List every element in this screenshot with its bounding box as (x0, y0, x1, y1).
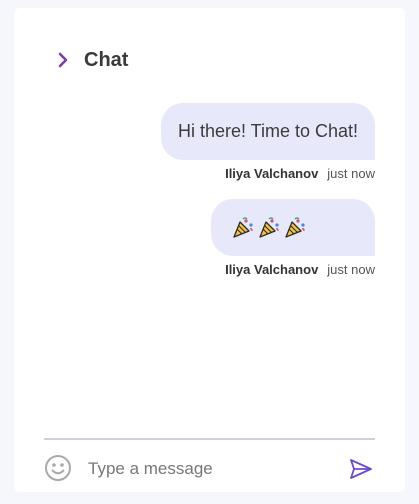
message-input[interactable] (86, 455, 330, 483)
smiley-icon[interactable] (44, 454, 72, 482)
message-composer (44, 438, 375, 486)
party-popper-icon (257, 216, 281, 240)
party-popper-icon (283, 216, 307, 240)
message-bubble (211, 199, 375, 256)
message-time: just now (327, 166, 375, 181)
party-popper-icon (231, 216, 255, 240)
message-text: Hi there! Time to Chat! (177, 121, 359, 141)
chat-title: Chat (84, 48, 129, 71)
chat-header: Chat (54, 48, 128, 72)
message: Hi there! Time to Chat! Iliya Valchanov … (161, 103, 375, 181)
message-time: just now (327, 262, 375, 277)
chat-panel: Chat Hi there! Time to Chat! Iliya Valch… (14, 8, 405, 492)
message-bubble: Hi there! Time to Chat! (161, 103, 375, 160)
chevron-right-icon[interactable] (54, 51, 72, 69)
message-meta: Iliya Valchanov just now (211, 262, 375, 277)
message-author: Iliya Valchanov (225, 262, 319, 277)
message: Iliya Valchanov just now (211, 199, 375, 277)
send-icon[interactable] (349, 458, 373, 480)
message-meta: Iliya Valchanov just now (161, 166, 375, 181)
message-author: Iliya Valchanov (225, 166, 319, 181)
